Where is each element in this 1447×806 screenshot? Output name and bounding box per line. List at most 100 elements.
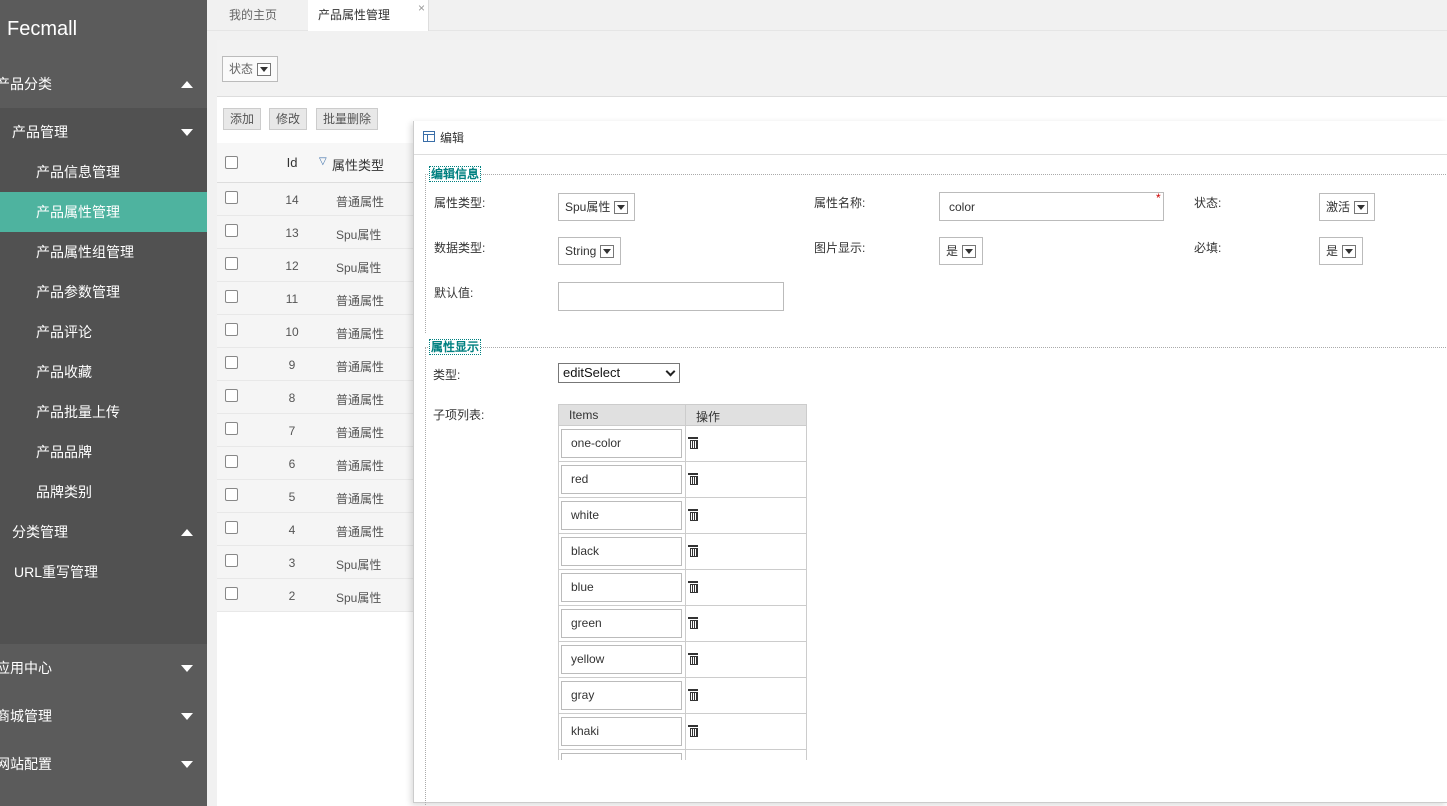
item-input[interactable]: green [561,609,682,638]
table-row[interactable]: 14 普通属性 [217,183,417,216]
status-select[interactable]: 激活 [1319,193,1376,221]
col-items: Items [569,408,599,422]
display-type-select[interactable]: editSelect [558,363,680,383]
tab-label: 产品属性管理 [318,8,391,22]
nav-app-center[interactable]: 应用中心 [0,644,207,692]
table-row[interactable]: 8 普通属性 [217,381,417,414]
item-input[interactable]: khaki [561,717,682,746]
close-icon[interactable]: × [418,0,425,24]
item-input[interactable]: gray [561,681,682,710]
column-type-header[interactable]: 属性类型 [332,155,384,174]
row-checkbox[interactable] [225,488,238,501]
row-checkbox[interactable] [225,389,238,402]
row-checkbox[interactable] [225,422,238,435]
row-checkbox[interactable] [225,191,238,204]
table-row[interactable]: 7 普通属性 [217,414,417,447]
sidebar-item-brand-category[interactable]: 品牌类别 [0,472,207,512]
dialog-title-bar[interactable]: 编辑 [414,121,1447,155]
sort-icon[interactable]: ▽ [319,156,327,167]
item-input[interactable]: red [561,465,682,494]
nav-url-rewrite[interactable]: URL重写管理 [0,552,207,592]
item-input[interactable]: black [561,537,682,566]
trash-icon[interactable] [688,689,698,701]
item-input[interactable]: white [561,501,682,530]
sidebar-item-product-upload[interactable]: 产品批量上传 [0,392,207,432]
attr-name-input[interactable] [939,192,1164,221]
table-row[interactable]: 6 普通属性 [217,447,417,480]
table-row[interactable]: 4 普通属性 [217,513,417,546]
sidebar: Fecmall 产品分类 产品管理 产品信息管理 产品属性管理 产品属性组管理 … [0,0,207,806]
nav-label: 分类管理 [12,524,68,540]
tab-product-attr[interactable]: 产品属性管理 × [308,0,429,31]
nav-product-mgmt[interactable]: 产品管理 [0,112,207,152]
nav-category-mgmt[interactable]: 分类管理 [0,512,207,552]
list-item: red [559,462,806,498]
table-row[interactable]: 12 Spu属性 [217,249,417,282]
sidebar-item-product-review[interactable]: 产品评论 [0,312,207,352]
item-input[interactable] [561,753,682,760]
row-checkbox[interactable] [225,257,238,270]
image-display-select[interactable]: 是 [939,237,984,265]
trash-icon[interactable] [688,437,698,449]
row-checkbox[interactable] [225,356,238,369]
row-checkbox[interactable] [225,587,238,600]
row-checkbox[interactable] [225,323,238,336]
sidebar-item-product-brand[interactable]: 产品品牌 [0,432,207,472]
default-value-input[interactable] [558,282,784,311]
table-row[interactable]: 3 Spu属性 [217,546,417,579]
nav-site-config[interactable]: 网站配置 [0,740,207,788]
row-checkbox[interactable] [225,290,238,303]
row-checkbox[interactable] [225,521,238,534]
row-checkbox[interactable] [225,224,238,237]
attr-type-select[interactable]: Spu属性 [558,193,636,221]
select-all-checkbox[interactable] [225,156,238,169]
chevron-down-icon [181,713,193,720]
cell-id: 12 [285,259,299,273]
item-input[interactable]: blue [561,573,682,602]
display-type-label: 类型: [433,368,461,382]
sidebar-item-product-attr[interactable]: 产品属性管理 [0,192,207,232]
cell-type: 普通属性 [336,360,385,374]
cell-type: 普通属性 [336,195,385,209]
add-button[interactable]: 添加 [223,108,262,130]
dropdown-icon [962,245,977,259]
trash-icon[interactable] [688,473,698,485]
trash-icon[interactable] [688,725,698,737]
chevron-up-icon [181,81,193,88]
trash-icon[interactable] [688,545,698,557]
status-filter-select[interactable]: 状态 [222,56,279,82]
sidebar-item-product-info[interactable]: 产品信息管理 [0,152,207,192]
table-row[interactable]: 9 普通属性 [217,348,417,381]
cell-type: Spu属性 [336,591,382,605]
row-checkbox[interactable] [225,554,238,567]
trash-icon[interactable] [688,509,698,521]
table-row[interactable]: 10 普通属性 [217,315,417,348]
list-item: yellow [559,642,806,678]
sidebar-item-label: 产品属性管理 [36,204,120,220]
edit-button[interactable]: 修改 [269,108,308,130]
column-id-header[interactable]: Id [277,155,307,170]
sublist-table: Items 操作 one-color red white black blue … [558,404,807,760]
table-row[interactable]: 5 普通属性 [217,480,417,513]
trash-icon[interactable] [688,617,698,629]
table-row[interactable]: 13 Spu属性 [217,216,417,249]
table-row[interactable]: 2 Spu属性 [217,579,417,612]
required-select[interactable]: 是 [1319,237,1364,265]
trash-icon[interactable] [688,581,698,593]
sidebar-item-product-favorite[interactable]: 产品收藏 [0,352,207,392]
table-row[interactable]: 11 普通属性 [217,282,417,315]
item-input[interactable]: yellow [561,645,682,674]
row-checkbox[interactable] [225,455,238,468]
nav-product-category[interactable]: 产品分类 [0,60,207,108]
sublist-clip: Items 操作 one-color red white black blue … [558,404,808,760]
item-input[interactable]: one-color [561,429,682,458]
chevron-down-icon [665,366,676,377]
default-value-label: 默认值: [434,286,474,300]
data-type-select[interactable]: String [558,237,622,265]
sidebar-item-product-params[interactable]: 产品参数管理 [0,272,207,312]
trash-icon[interactable] [688,653,698,665]
nav-mall-mgmt[interactable]: 商城管理 [0,692,207,740]
batch-delete-button[interactable]: 批量删除 [316,108,379,130]
tab-home[interactable]: 我的主页 [219,0,309,31]
sidebar-item-product-attr-group[interactable]: 产品属性组管理 [0,232,207,272]
